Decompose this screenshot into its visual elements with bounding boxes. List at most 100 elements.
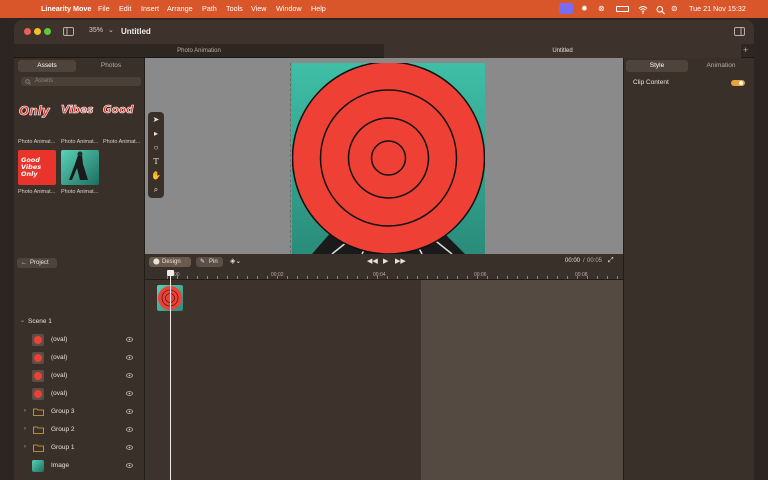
inspector-toggle-icon[interactable] (734, 27, 745, 36)
tab-animation[interactable]: Animation (690, 60, 752, 72)
tab-style[interactable]: Style (626, 60, 688, 72)
artboard[interactable] (292, 63, 485, 254)
chevron-right-icon[interactable]: › (24, 408, 26, 414)
canvas-area[interactable] (145, 58, 623, 254)
ruler-ticks (167, 276, 619, 279)
layer-row[interactable]: › Group 1 (14, 441, 145, 455)
apple-icon[interactable] (24, 3, 34, 14)
menu-help[interactable]: Help (311, 4, 326, 13)
asset-caption: Photo Animat... (18, 189, 56, 195)
menu-window[interactable]: Window (276, 4, 302, 13)
eye-icon[interactable] (126, 426, 133, 433)
tab-photos[interactable]: Photos (81, 60, 141, 72)
app-name[interactable]: Linearity Move (41, 4, 91, 13)
project-button-label: Project (30, 260, 49, 266)
pin-button[interactable]: ✎ Pin (196, 257, 223, 267)
zoom-level[interactable]: 35% (89, 27, 103, 34)
asset-item[interactable]: Good Photo Animat... (103, 102, 143, 146)
layer-row[interactable]: (oval) (14, 387, 145, 401)
asset-caption: Photo Animat... (61, 189, 99, 195)
layer-row[interactable]: › Group 3 (14, 405, 145, 419)
chevron-right-icon[interactable]: › (24, 444, 26, 450)
asset-photo-thumbnail (61, 150, 99, 185)
menu-file[interactable]: File (98, 4, 110, 13)
asset-word-vibes: Vibes (61, 104, 94, 117)
oval-icon (32, 370, 44, 382)
gear-status-icon[interactable]: ✹ (581, 3, 588, 15)
timeline-post-end-region (421, 280, 623, 480)
eye-icon[interactable] (126, 408, 133, 415)
clip-content-toggle[interactable] (731, 80, 745, 86)
minimize-window-button[interactable] (34, 28, 41, 35)
assets-search-input[interactable]: Assets (21, 77, 141, 86)
menu-view[interactable]: View (251, 4, 266, 13)
menu-edit[interactable]: Edit (119, 4, 131, 13)
screen-record-icon[interactable] (559, 3, 573, 14)
playhead[interactable] (170, 270, 171, 480)
asset-item[interactable]: Vibes Photo Animat... (61, 102, 101, 146)
eye-icon[interactable] (126, 372, 133, 379)
tab-assets[interactable]: Assets (18, 60, 76, 72)
assets-search-placeholder: Assets (35, 78, 54, 84)
asset-word-only: Only (19, 104, 50, 119)
chevron-right-icon[interactable]: › (24, 426, 26, 432)
add-tab-icon[interactable]: + (743, 45, 748, 55)
asset-item[interactable]: Good Vibes Only Photo Animat... (18, 150, 58, 198)
keyframe-menu-icon[interactable]: ◈⌄ (230, 257, 241, 265)
target-artwork[interactable] (292, 63, 485, 254)
playhead-handle[interactable] (167, 270, 174, 276)
battery-icon[interactable] (616, 6, 629, 12)
menu-insert[interactable]: Insert (141, 4, 159, 13)
chevron-down-icon[interactable]: ⌄ (20, 317, 25, 324)
eye-icon[interactable] (126, 444, 133, 451)
layer-row[interactable]: › Group 2 (14, 423, 145, 437)
app-status-icon[interactable]: ⊗ (598, 3, 605, 15)
asset-item[interactable]: Photo Animat... (61, 150, 101, 198)
close-window-button[interactable] (24, 28, 31, 35)
tab-untitled[interactable]: Untitled (384, 44, 741, 58)
expand-icon[interactable]: ⤢ (608, 257, 614, 265)
hand-tool-icon[interactable]: ✋ (151, 171, 161, 181)
eye-icon[interactable] (126, 336, 133, 343)
rewind-icon[interactable]: ◀◀ (367, 257, 378, 265)
project-button[interactable]: ← Project (17, 258, 57, 268)
layer-row[interactable]: (oval) (14, 351, 145, 365)
document-tabs: Photo Animation Untitled + (14, 44, 754, 58)
tab-photo-animation[interactable]: Photo Animation (14, 44, 384, 58)
menu-arrange[interactable]: Arrange (167, 4, 193, 13)
select-tool-icon[interactable]: ➤ (151, 115, 161, 125)
time-separator: / (583, 258, 585, 264)
layer-name: (oval) (51, 354, 68, 361)
eye-icon[interactable] (126, 462, 133, 469)
control-center-icon[interactable]: ⊜ (671, 3, 678, 15)
zoom-window-button[interactable] (44, 28, 51, 35)
oval-icon (32, 352, 44, 364)
fast-forward-icon[interactable]: ▶▶ (395, 257, 406, 265)
left-panel: Assets Photos Assets Only Photo Animat..… (14, 58, 145, 480)
direct-select-tool-icon[interactable]: ▸ (151, 129, 161, 139)
datetime[interactable]: Tue 21 Nov 15:32 (689, 4, 746, 13)
layer-row[interactable]: (oval) (14, 369, 145, 383)
timeline-track-region (145, 280, 421, 480)
eye-icon[interactable] (126, 354, 133, 361)
chevron-down-icon[interactable]: ⌄ (108, 26, 114, 34)
layer-row[interactable]: (oval) (14, 333, 145, 347)
asset-word-good: Good (103, 104, 134, 117)
menu-path[interactable]: Path (202, 4, 217, 13)
sidebar-toggle-icon[interactable] (63, 27, 74, 36)
asset-item[interactable]: Only Photo Animat... (18, 102, 58, 146)
wifi-icon[interactable] (638, 4, 648, 16)
text-tool-icon[interactable]: T (151, 157, 161, 167)
menu-tools[interactable]: Tools (226, 4, 243, 13)
shape-tool-icon[interactable]: ○ (151, 143, 161, 153)
zoom-tool-icon[interactable]: ⌕ (151, 185, 161, 195)
play-icon[interactable]: ▶ (383, 257, 388, 265)
timeline[interactable]: 00:00 00:02 00:04 00:06 00:08 (145, 270, 623, 480)
search-icon[interactable] (656, 4, 665, 16)
pin-icon: ✎ (200, 259, 206, 265)
clip-content-label: Clip Content (633, 79, 669, 86)
layer-row[interactable]: Image (14, 459, 145, 473)
eye-icon[interactable] (126, 390, 133, 397)
design-button[interactable]: ⬤ Design (149, 257, 191, 267)
time-ruler[interactable]: 00:00 00:02 00:04 00:06 00:08 (145, 270, 623, 280)
